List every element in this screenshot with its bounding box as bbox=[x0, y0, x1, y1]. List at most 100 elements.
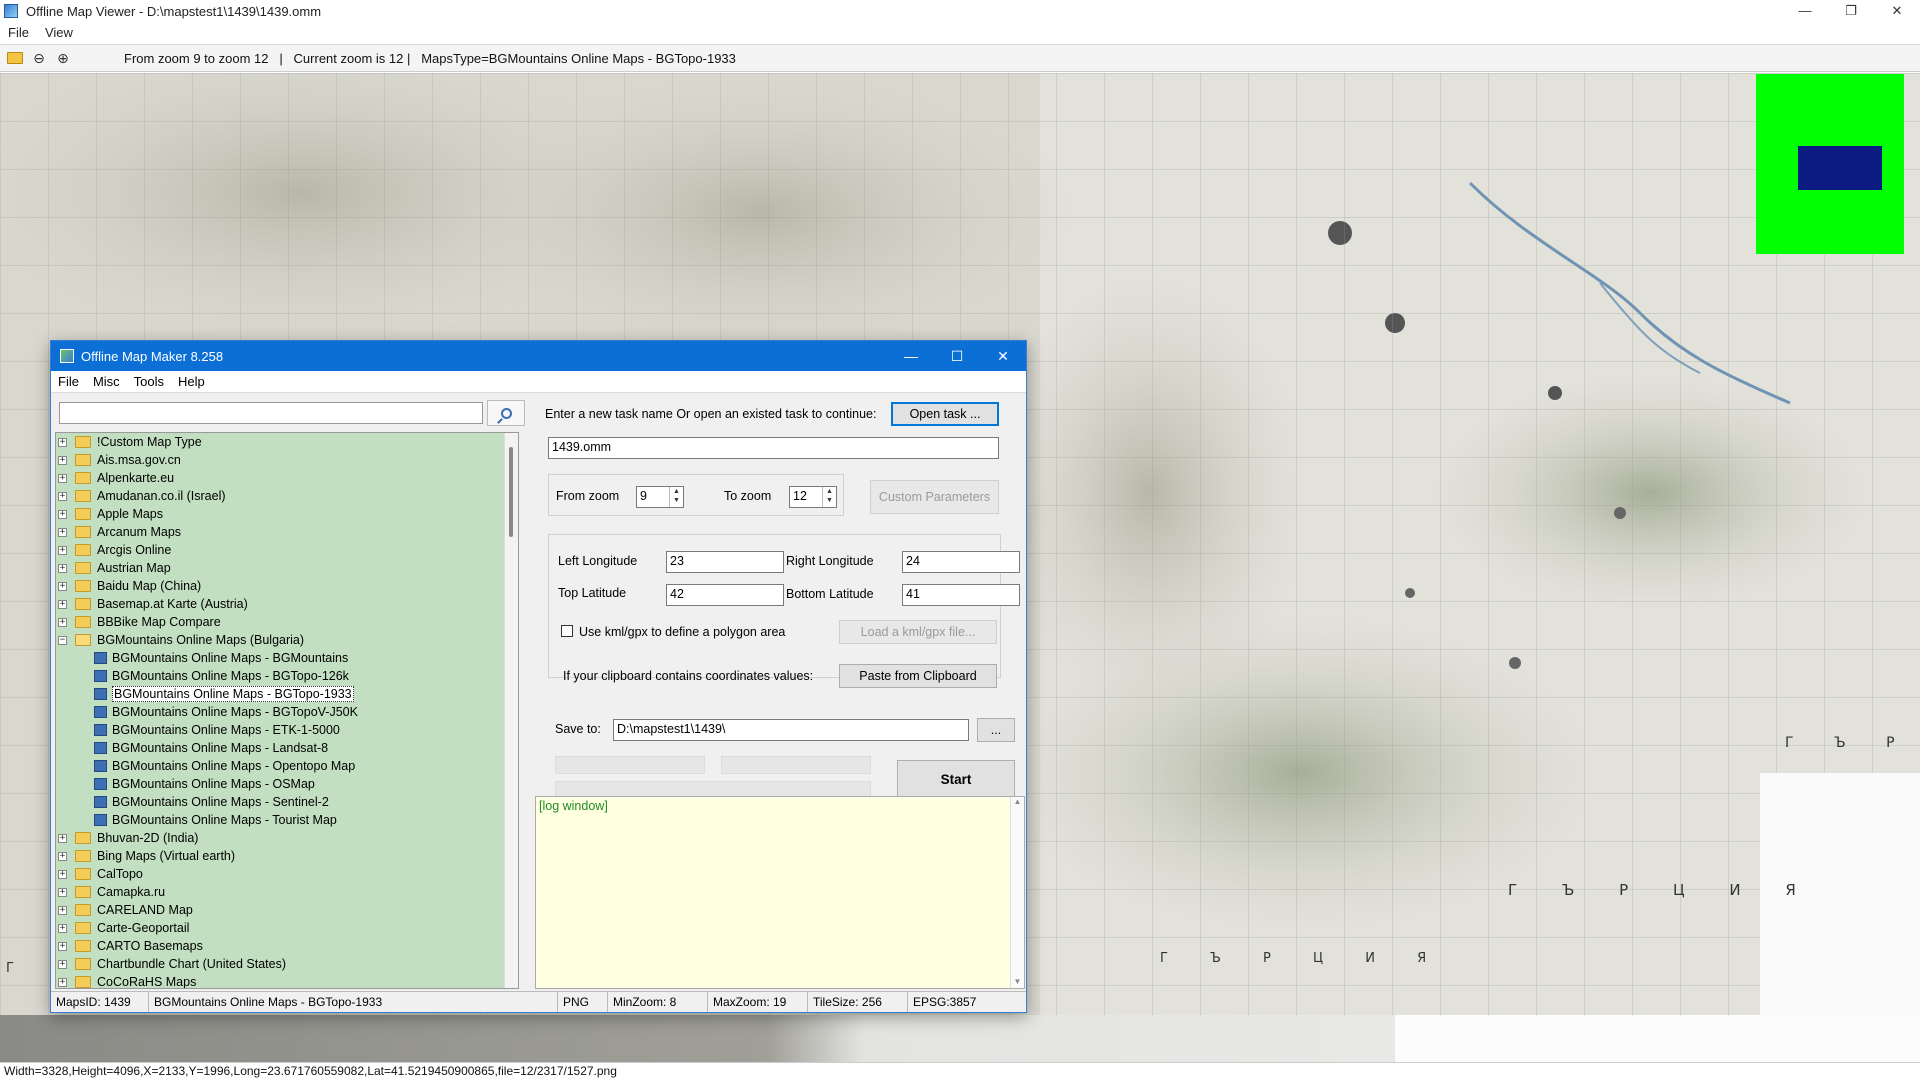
tree-item[interactable]: + !Custom Map Type bbox=[56, 433, 518, 451]
map-empty-area-bottom bbox=[1395, 1015, 1920, 1063]
tree-item[interactable]: + CoCoRaHS Maps bbox=[56, 973, 518, 988]
right-longitude-input[interactable]: 24 bbox=[902, 551, 1020, 573]
maker-maximize-button[interactable]: ☐ bbox=[934, 341, 980, 371]
map-type-tree[interactable]: + !Custom Map Type + Ais.msa.gov.cn + Alpenka… bbox=[55, 432, 519, 989]
expand-icon[interactable]: + bbox=[58, 599, 67, 609]
expand-icon[interactable]: + bbox=[58, 563, 67, 573]
maker-menu-file[interactable]: File bbox=[51, 374, 86, 389]
menu-view[interactable]: View bbox=[37, 25, 81, 40]
open-folder-icon[interactable] bbox=[6, 49, 24, 67]
expand-icon[interactable]: + bbox=[58, 959, 67, 969]
tree-item[interactable]: + Arcanum Maps bbox=[56, 523, 518, 541]
expand-icon[interactable]: + bbox=[58, 617, 67, 627]
tree-child-label: BGMountains Online Maps - BGTopoV-J50K bbox=[112, 705, 358, 719]
custom-parameters-button[interactable]: Custom Parameters bbox=[870, 480, 999, 514]
from-zoom-spinner[interactable]: 9 ▲ ▼ bbox=[636, 486, 684, 508]
expand-icon[interactable]: + bbox=[58, 869, 67, 879]
zoom-out-icon[interactable]: ⊖ bbox=[30, 49, 48, 67]
tree-item[interactable]: + CARTO Basemaps bbox=[56, 937, 518, 955]
tree-item[interactable]: + BBBike Map Compare bbox=[56, 613, 518, 631]
load-kml-button[interactable]: Load a kml/gpx file... bbox=[839, 620, 997, 644]
start-button[interactable]: Start bbox=[897, 760, 1015, 800]
overview-minimap[interactable] bbox=[1756, 74, 1904, 254]
menu-file[interactable]: File bbox=[0, 25, 37, 40]
tree-item[interactable]: + Arcgis Online bbox=[56, 541, 518, 559]
tree-item[interactable]: + CARELAND Map bbox=[56, 901, 518, 919]
expand-icon[interactable]: + bbox=[58, 455, 67, 465]
maker-menu-tools[interactable]: Tools bbox=[127, 374, 171, 389]
tree-child-item[interactable]: BGMountains Online Maps - ETK-1-5000 bbox=[56, 721, 518, 739]
tree-child-item[interactable]: BGMountains Online Maps - Opentopo Map bbox=[56, 757, 518, 775]
status-maps-id: MapsID: 1439 bbox=[51, 992, 149, 1012]
tree-item-label: Apple Maps bbox=[97, 507, 164, 521]
collapse-icon[interactable]: − bbox=[58, 635, 67, 645]
tree-item[interactable]: + Baidu Map (China) bbox=[56, 577, 518, 595]
expand-icon[interactable]: + bbox=[58, 905, 67, 915]
log-scrollbar[interactable]: ▲ ▼ bbox=[1010, 797, 1024, 988]
tree-item[interactable]: + Alpenkarte.eu bbox=[56, 469, 518, 487]
zoom-in-icon[interactable]: ⊕ bbox=[54, 49, 72, 67]
expand-icon[interactable]: + bbox=[58, 437, 67, 447]
to-zoom-spinner[interactable]: 12 ▲ ▼ bbox=[789, 486, 837, 508]
tree-child-item[interactable]: BGMountains Online Maps - BGMountains bbox=[56, 649, 518, 667]
expand-icon[interactable]: + bbox=[58, 473, 67, 483]
log-window[interactable]: [log window] ▲ ▼ bbox=[535, 796, 1025, 989]
maker-menu-help[interactable]: Help bbox=[171, 374, 212, 389]
left-longitude-input[interactable]: 23 bbox=[666, 551, 784, 573]
tree-child-item[interactable]: BGMountains Online Maps - Landsat-8 bbox=[56, 739, 518, 757]
open-task-button[interactable]: Open task ... bbox=[891, 402, 999, 426]
maker-minimize-button[interactable]: — bbox=[888, 341, 934, 371]
tree-item[interactable]: + Basemap.at Karte (Austria) bbox=[56, 595, 518, 613]
expand-icon[interactable]: + bbox=[58, 527, 67, 537]
tree-child-item[interactable]: BGMountains Online Maps - Sentinel-2 bbox=[56, 793, 518, 811]
tree-item[interactable]: + Amudanan.co.il (Israel) bbox=[56, 487, 518, 505]
maker-close-button[interactable]: ✕ bbox=[980, 341, 1026, 371]
tree-child-item[interactable]: BGMountains Online Maps - OSMap bbox=[56, 775, 518, 793]
tree-child-item[interactable]: BGMountains Online Maps - BGTopo-1933 bbox=[56, 685, 518, 703]
expand-icon[interactable]: + bbox=[58, 941, 67, 951]
tree-item[interactable]: + Carte-Geoportail bbox=[56, 919, 518, 937]
maker-menu-misc[interactable]: Misc bbox=[86, 374, 127, 389]
map-search-input[interactable] bbox=[59, 402, 483, 424]
expand-icon[interactable]: + bbox=[58, 887, 67, 897]
tree-item[interactable]: − BGMountains Online Maps (Bulgaria) bbox=[56, 631, 518, 649]
expand-icon[interactable]: + bbox=[58, 509, 67, 519]
task-name-input[interactable]: 1439.omm bbox=[548, 437, 999, 459]
expand-icon[interactable]: + bbox=[58, 491, 67, 501]
tree-child-item[interactable]: BGMountains Online Maps - BGTopo-126k bbox=[56, 667, 518, 685]
tree-child-item[interactable]: BGMountains Online Maps - Tourist Map bbox=[56, 811, 518, 829]
tree-item[interactable]: + Apple Maps bbox=[56, 505, 518, 523]
expand-icon[interactable]: + bbox=[58, 581, 67, 591]
tree-item[interactable]: + Ais.msa.gov.cn bbox=[56, 451, 518, 469]
maximize-button[interactable]: ❐ bbox=[1828, 0, 1874, 22]
top-latitude-input[interactable]: 42 bbox=[666, 584, 784, 606]
expand-icon[interactable]: + bbox=[58, 923, 67, 933]
overview-viewport[interactable] bbox=[1798, 146, 1882, 190]
tree-item[interactable]: + Bhuvan-2D (India) bbox=[56, 829, 518, 847]
expand-icon[interactable]: + bbox=[58, 977, 67, 987]
tree-item[interactable]: + Bing Maps (Virtual earth) bbox=[56, 847, 518, 865]
browse-button[interactable]: ... bbox=[977, 718, 1015, 742]
tree-scrollbar[interactable] bbox=[504, 433, 518, 988]
tree-item[interactable]: + Chartbundle Chart (United States) bbox=[56, 955, 518, 973]
tree-item[interactable]: + CalTopo bbox=[56, 865, 518, 883]
paste-clipboard-button[interactable]: Paste from Clipboard bbox=[839, 664, 997, 688]
tree-scroll-thumb[interactable] bbox=[509, 447, 513, 537]
to-zoom-arrows[interactable]: ▲ ▼ bbox=[822, 487, 836, 507]
map-layer-icon bbox=[94, 688, 107, 700]
expand-icon[interactable]: + bbox=[58, 545, 67, 555]
from-zoom-arrows[interactable]: ▲ ▼ bbox=[669, 487, 683, 507]
task-settings-pane: Enter a new task name Or open an existed… bbox=[535, 394, 1025, 989]
save-to-input[interactable]: D:\mapstest1\1439\ bbox=[613, 719, 969, 741]
expand-icon[interactable]: + bbox=[58, 833, 67, 843]
minimize-button[interactable]: — bbox=[1782, 0, 1828, 22]
tree-item[interactable]: + Camapka.ru bbox=[56, 883, 518, 901]
maker-title-bar[interactable]: Offline Map Maker 8.258 — ☐ ✕ bbox=[51, 341, 1026, 371]
close-button[interactable]: ✕ bbox=[1874, 0, 1920, 22]
tree-item[interactable]: + Austrian Map bbox=[56, 559, 518, 577]
search-button[interactable] bbox=[487, 400, 525, 426]
bottom-latitude-input[interactable]: 41 bbox=[902, 584, 1020, 606]
expand-icon[interactable]: + bbox=[58, 851, 67, 861]
kml-polygon-checkbox[interactable] bbox=[561, 625, 573, 637]
tree-child-item[interactable]: BGMountains Online Maps - BGTopoV-J50K bbox=[56, 703, 518, 721]
